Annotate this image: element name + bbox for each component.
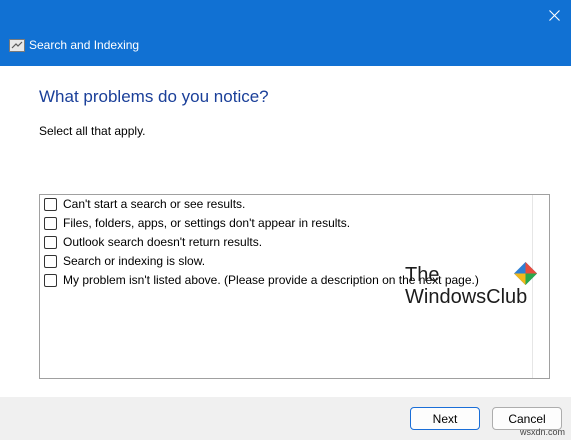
close-button[interactable] — [537, 0, 571, 30]
option-label: Search or indexing is slow. — [63, 254, 206, 268]
watermark: The WindowsClub — [405, 262, 537, 308]
checkbox[interactable] — [44, 216, 57, 230]
close-icon — [548, 9, 560, 21]
option-cant-start-search[interactable]: Can't start a search or see results. — [44, 196, 245, 212]
option-label: Outlook search doesn't return results. — [63, 235, 263, 249]
title-bar: Search and Indexing — [0, 0, 571, 66]
button-bar — [0, 397, 571, 440]
option-label: Can't start a search or see results. — [63, 197, 246, 211]
troubleshooter-icon — [9, 39, 25, 52]
watermark-line2: WindowsClub — [405, 286, 528, 308]
scrollbar[interactable] — [532, 195, 549, 378]
windowsclub-logo-icon — [514, 262, 537, 285]
option-outlook-search[interactable]: Outlook search doesn't return results. — [44, 234, 262, 250]
option-label: Files, folders, apps, or settings don't … — [63, 216, 351, 230]
watermark-line1: The — [405, 264, 440, 286]
checkbox[interactable] — [44, 273, 57, 287]
checkbox[interactable] — [44, 254, 57, 268]
window-title: Search and Indexing — [29, 38, 140, 52]
checkbox[interactable] — [44, 235, 57, 249]
page-heading: What problems do you notice? — [39, 87, 269, 106]
option-search-slow[interactable]: Search or indexing is slow. — [44, 253, 205, 269]
instruction-text: Select all that apply. — [39, 124, 146, 138]
next-button[interactable]: Next — [410, 407, 480, 430]
option-files-not-in-results[interactable]: Files, folders, apps, or settings don't … — [44, 215, 350, 231]
checkbox[interactable] — [44, 197, 57, 211]
source-credit: wsxdn.com — [520, 427, 566, 437]
